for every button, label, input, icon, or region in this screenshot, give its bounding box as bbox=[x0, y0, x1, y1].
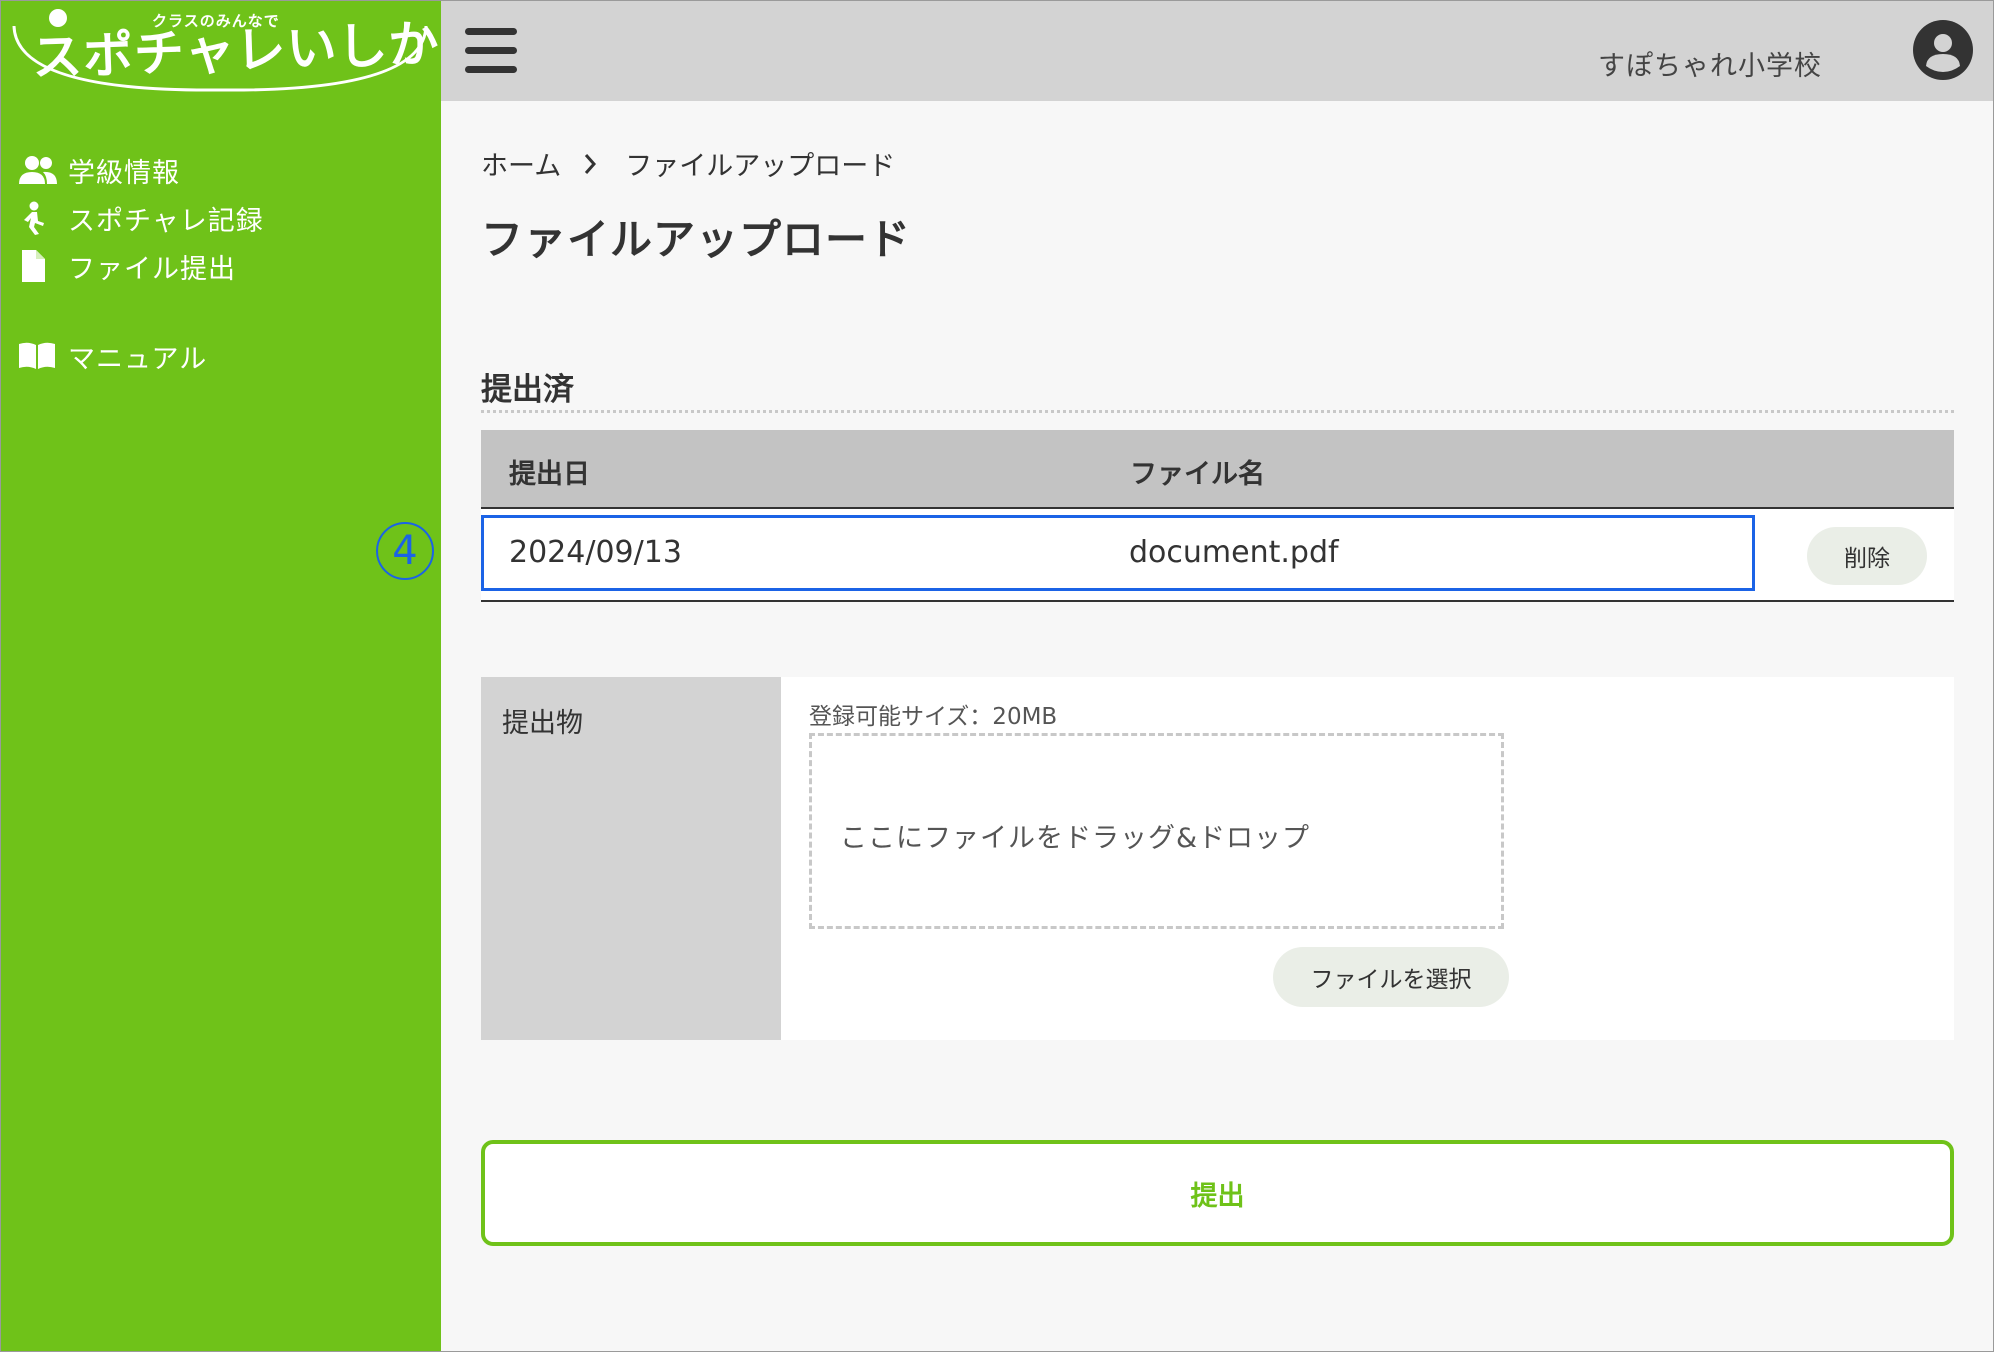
sidebar-item-label: 学級情報 bbox=[68, 157, 180, 189]
breadcrumb-current: ファイルアップロード bbox=[625, 151, 896, 182]
walking-icon bbox=[18, 201, 58, 235]
users-icon bbox=[18, 153, 58, 187]
sidebar-item-class-info[interactable]: 学級情報 bbox=[18, 146, 264, 194]
sidebar-item-label: ファイル提出 bbox=[68, 253, 236, 285]
cell-filename[interactable]: document.pdf bbox=[1129, 535, 1339, 570]
upload-label: 提出物 bbox=[502, 708, 583, 739]
file-icon bbox=[18, 249, 58, 283]
page-title: ファイルアップロード bbox=[481, 215, 912, 264]
breadcrumb: ホーム ファイルアップロード bbox=[481, 144, 895, 183]
upload-label-cell: 提出物 bbox=[481, 677, 781, 1040]
delete-button[interactable]: 削除 bbox=[1807, 527, 1927, 585]
select-file-button[interactable]: ファイルを選択 bbox=[1273, 947, 1509, 1007]
sidebar-item-label: スポチャレ記録 bbox=[68, 205, 264, 237]
submit-button[interactable]: 提出 bbox=[481, 1140, 1954, 1246]
sidebar-item-label: マニュアル bbox=[68, 343, 208, 375]
sidebar: クラスのみんなで スポチャレいしかわ 学級情報 スポチャレ記録 ファイル提出 マ… bbox=[0, 0, 491, 1352]
app-logo[interactable]: クラスのみんなで スポチャレいしかわ bbox=[10, 4, 491, 96]
dropzone-text: ここにファイルをドラッグ&ドロップ bbox=[840, 823, 1311, 854]
section-divider bbox=[481, 410, 1954, 413]
chevron-right-icon bbox=[583, 153, 597, 175]
cell-date: 2024/09/13 bbox=[509, 535, 682, 570]
table-row: 2024/09/13 document.pdf 削除 bbox=[481, 509, 1954, 602]
size-limit-note: 登録可能サイズ：20MB bbox=[809, 704, 1058, 730]
sidebar-item-file-submit[interactable]: ファイル提出 bbox=[18, 242, 264, 290]
upload-form: 提出物 登録可能サイズ：20MB ここにファイルをドラッグ&ドロップ ファイルを… bbox=[481, 677, 1954, 1040]
annotation-marker: 4 bbox=[376, 522, 434, 580]
table-header: 提出日 ファイル名 bbox=[481, 430, 1954, 509]
column-header-date: 提出日 bbox=[509, 459, 590, 490]
book-icon bbox=[18, 339, 58, 373]
account-icon[interactable] bbox=[1913, 20, 1973, 80]
column-header-filename: ファイル名 bbox=[1130, 459, 1265, 490]
top-header: すぽちゃれ小学校 bbox=[441, 0, 1994, 101]
file-dropzone[interactable]: ここにファイルをドラッグ&ドロップ bbox=[809, 733, 1504, 929]
school-name: すぽちゃれ小学校 bbox=[1598, 51, 1822, 82]
breadcrumb-home[interactable]: ホーム bbox=[481, 144, 561, 183]
submitted-table: 提出日 ファイル名 2024/09/13 document.pdf 削除 bbox=[481, 430, 1954, 602]
sidebar-item-manual[interactable]: マニュアル bbox=[18, 332, 264, 380]
sidebar-nav: 学級情報 スポチャレ記録 ファイル提出 マニュアル bbox=[18, 146, 264, 380]
section-title-submitted: 提出済 bbox=[481, 372, 574, 408]
sidebar-item-records[interactable]: スポチャレ記録 bbox=[18, 194, 264, 242]
hamburger-icon[interactable] bbox=[465, 28, 517, 74]
